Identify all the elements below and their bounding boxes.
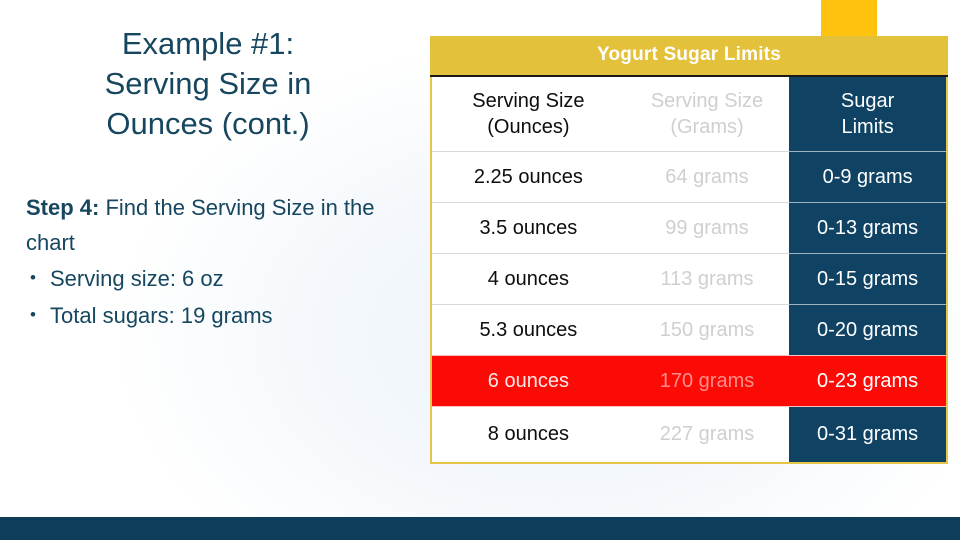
- left-content-column: Example #1: Serving Size in Ounces (cont…: [0, 24, 420, 454]
- table-row: 4 ounces 113 grams 0-15 grams: [432, 253, 946, 305]
- column-header-sugar-limits: Sugar Limits: [789, 77, 946, 152]
- cell-serving-size-grams: 99 grams: [624, 202, 790, 254]
- table-row: 5.3 ounces 150 grams 0-20 grams: [432, 304, 946, 356]
- cell-sugar-limits: 0-20 grams: [789, 304, 946, 356]
- table-title: Yogurt Sugar Limits: [430, 36, 948, 77]
- list-item: Serving size: 6 oz: [26, 259, 410, 297]
- cell-serving-size-grams: 113 grams: [624, 253, 790, 305]
- cell-serving-size-ounces: 8 ounces: [432, 406, 625, 462]
- page-title-line-3: Ounces (cont.): [106, 106, 310, 141]
- cell-serving-size-ounces: 4 ounces: [432, 253, 625, 305]
- slide-canvas: Example #1: Serving Size in Ounces (cont…: [0, 0, 960, 540]
- cell-sugar-limits: 0-9 grams: [789, 151, 946, 203]
- table-body: 2.25 ounces 64 grams 0-9 grams 3.5 ounce…: [432, 151, 946, 462]
- bottom-accent-band: [0, 517, 960, 540]
- column-header-line-2: (Grams): [670, 116, 744, 138]
- yogurt-sugar-limits-table: Yogurt Sugar Limits Serving Size (Ounces…: [430, 36, 948, 464]
- cell-serving-size-grams: 64 grams: [624, 151, 790, 203]
- step-label: Step 4:: [26, 195, 100, 220]
- cell-serving-size-ounces: 2.25 ounces: [432, 151, 625, 203]
- column-header-serving-size-ounces: Serving Size (Ounces): [432, 77, 625, 152]
- page-title-line-2: Serving Size in: [104, 66, 312, 101]
- table-row-highlighted: 6 ounces 170 grams 0-23 grams: [432, 355, 946, 407]
- cell-sugar-limits: 0-13 grams: [789, 202, 946, 254]
- instruction-block: Step 4: Find the Serving Size in the cha…: [0, 190, 420, 334]
- sugar-limits-table: Serving Size (Ounces) Serving Size (Gram…: [432, 77, 946, 462]
- column-header-line-1: Serving Size: [472, 90, 585, 112]
- column-header-line-1: Sugar: [840, 90, 895, 112]
- column-header-serving-size-grams: Serving Size (Grams): [624, 77, 790, 152]
- cell-serving-size-grams: 227 grams: [624, 406, 790, 462]
- decorative-top-tab: [821, 0, 877, 36]
- step-paragraph: Step 4: Find the Serving Size in the cha…: [26, 190, 410, 260]
- list-item: Total sugars: 19 grams: [26, 296, 410, 334]
- page-title-line-1: Example #1:: [121, 26, 295, 61]
- cell-serving-size-ounces: 6 ounces: [432, 355, 625, 407]
- bullet-list: Serving size: 6 oz Total sugars: 19 gram…: [26, 259, 410, 334]
- table-row: 2.25 ounces 64 grams 0-9 grams: [432, 151, 946, 203]
- cell-serving-size-ounces: 3.5 ounces: [432, 202, 625, 254]
- table-header-row: Serving Size (Ounces) Serving Size (Gram…: [432, 77, 946, 152]
- cell-serving-size-grams: 170 grams: [624, 355, 790, 407]
- cell-sugar-limits: 0-31 grams: [789, 406, 946, 462]
- column-header-line-2: Limits: [841, 116, 894, 138]
- table-row: 3.5 ounces 99 grams 0-13 grams: [432, 202, 946, 254]
- cell-sugar-limits: 0-15 grams: [789, 253, 946, 305]
- column-header-line-2: (Ounces): [487, 116, 570, 138]
- table-row: 8 ounces 227 grams 0-31 grams: [432, 406, 946, 462]
- cell-serving-size-ounces: 5.3 ounces: [432, 304, 625, 356]
- column-header-line-1: Serving Size: [650, 90, 764, 112]
- cell-serving-size-grams: 150 grams: [624, 304, 790, 356]
- cell-sugar-limits: 0-23 grams: [789, 355, 946, 407]
- page-title: Example #1: Serving Size in Ounces (cont…: [0, 24, 420, 144]
